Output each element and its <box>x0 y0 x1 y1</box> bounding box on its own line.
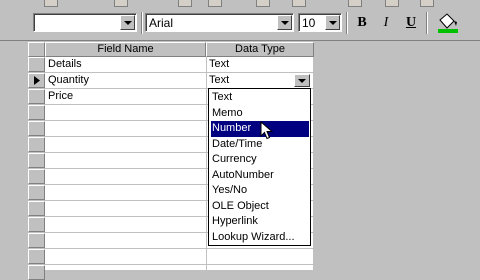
field-name-cell[interactable]: Details <box>48 57 82 72</box>
toolbar-separator <box>426 12 428 34</box>
row-selector[interactable] <box>28 105 45 120</box>
toolbar-separator <box>141 12 143 34</box>
italic-button[interactable]: I <box>375 13 397 33</box>
bold-button[interactable]: B <box>351 13 373 33</box>
current-row-arrow-icon <box>34 76 40 85</box>
row-selector[interactable] <box>28 249 45 264</box>
toolbar-top-button[interactable] <box>114 0 128 7</box>
toolbar-top-button[interactable] <box>256 0 270 7</box>
row-selector[interactable] <box>28 265 45 280</box>
row-selector[interactable] <box>28 185 45 200</box>
row-divider <box>28 264 314 265</box>
row-selector[interactable] <box>28 137 45 152</box>
fill-color-icon[interactable] <box>436 12 460 34</box>
column-divider <box>206 57 207 270</box>
list-item[interactable]: AutoNumber <box>211 168 309 184</box>
row-divider <box>28 248 314 249</box>
row-selector[interactable] <box>28 57 45 72</box>
font-size-combo[interactable]: 10 <box>298 13 342 32</box>
toolbar-top-button[interactable] <box>420 0 434 7</box>
corner-header <box>28 42 45 57</box>
toolbar-top-button[interactable] <box>44 0 58 7</box>
row-selector[interactable] <box>28 169 45 184</box>
chevron-down-icon[interactable] <box>120 15 135 30</box>
toolbar-top-button[interactable] <box>208 0 222 7</box>
chevron-down-icon <box>298 79 306 83</box>
list-item[interactable]: Hyperlink <box>211 214 309 230</box>
list-item[interactable]: Lookup Wizard... <box>211 230 309 246</box>
toolbar-separator <box>346 12 348 34</box>
toolbar-top-button[interactable] <box>178 0 192 7</box>
chevron-down-icon[interactable] <box>277 15 292 30</box>
column-header-field-name: Field Name <box>45 42 206 57</box>
object-combo[interactable] <box>33 13 137 32</box>
row-selector-current[interactable] <box>28 73 45 88</box>
toolbar-top-button[interactable] <box>385 0 399 7</box>
row-selector[interactable] <box>28 153 45 168</box>
toolbar-top-button[interactable] <box>348 0 362 7</box>
data-type-cell[interactable]: Text <box>209 73 229 88</box>
list-item[interactable]: Memo <box>211 106 309 122</box>
font-name-combo[interactable]: Arial <box>145 13 294 32</box>
data-type-cell[interactable]: Text <box>209 57 229 72</box>
row-selector[interactable] <box>28 89 45 104</box>
row-selector[interactable] <box>28 233 45 248</box>
font-name-value: Arial <box>149 16 174 30</box>
chevron-down-icon[interactable] <box>325 15 340 30</box>
list-item[interactable]: Text <box>211 90 309 106</box>
data-type-dropdown-button[interactable] <box>294 74 310 87</box>
underline-button[interactable]: U <box>400 13 422 33</box>
formatting-toolbar: Arial 10 B I U <box>0 0 480 41</box>
data-type-list[interactable]: Text Memo Number Date/Time Currency Auto… <box>208 88 311 246</box>
toolbar-top-button[interactable] <box>292 0 306 7</box>
font-size-value: 10 <box>302 16 316 30</box>
row-selector[interactable] <box>28 217 45 232</box>
list-item[interactable]: OLE Object <box>211 199 309 215</box>
row-selector[interactable] <box>28 201 45 216</box>
field-name-cell[interactable]: Quantity <box>48 73 89 88</box>
mouse-pointer-icon <box>260 121 274 140</box>
field-name-cell[interactable]: Price <box>48 89 73 104</box>
empty-workspace <box>314 42 480 270</box>
row-selector[interactable] <box>28 121 45 136</box>
column-header-data-type: Data Type <box>206 42 314 57</box>
list-item[interactable]: Currency <box>211 152 309 168</box>
list-item[interactable]: Yes/No <box>211 183 309 199</box>
